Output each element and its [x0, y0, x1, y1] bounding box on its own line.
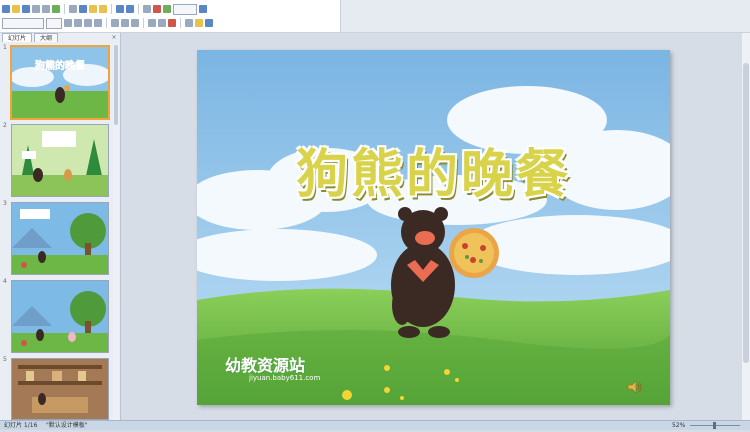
zoom-slider-thumb[interactable] [713, 422, 716, 429]
redo-icon[interactable] [126, 5, 134, 13]
close-icon[interactable]: × [111, 33, 117, 42]
bold-icon[interactable] [64, 19, 72, 27]
slide-thumbnail-panel: 幻灯片 大纲 × 1 狗熊的晚餐 2 3 4 5 [0, 33, 121, 420]
paste-icon[interactable] [89, 5, 97, 13]
thumbnail-image [11, 202, 109, 275]
save-icon[interactable] [22, 5, 30, 13]
copy-icon[interactable] [79, 5, 87, 13]
current-slide[interactable]: 狗熊的晚餐 幼教资源站 jiyuan.baby611.com [197, 50, 670, 405]
thumbnail-image: 狗熊的晚餐 [10, 45, 110, 120]
font-name-box[interactable] [2, 17, 44, 29]
thumbnail-image [11, 124, 109, 197]
preview-icon[interactable] [42, 5, 50, 13]
thumbnail-number: 2 [3, 122, 7, 129]
tab-outline[interactable]: 大纲 [34, 33, 59, 42]
new-slide-icon[interactable] [205, 19, 213, 27]
slide-scroll-thumb[interactable] [743, 63, 749, 363]
toolbar-separator [106, 18, 107, 28]
align-right-icon[interactable] [131, 19, 139, 27]
toolbar [0, 0, 750, 33]
underline-icon[interactable] [84, 19, 92, 27]
thumbnail-scroll-thumb[interactable] [114, 45, 118, 125]
font-color-icon[interactable] [168, 19, 176, 27]
cut-icon[interactable] [69, 5, 77, 13]
numbering-icon[interactable] [148, 19, 156, 27]
thumbnail-number: 4 [3, 278, 7, 285]
help-icon[interactable] [199, 5, 207, 13]
toolbar-separator [111, 4, 112, 14]
thumbnail-scrollbar[interactable] [113, 43, 119, 420]
print-icon[interactable] [32, 5, 40, 13]
zoom-box[interactable] [173, 3, 197, 15]
thumbnail-slide-2[interactable]: 2 [2, 122, 114, 198]
panel-tabs: 幻灯片 大纲 × [0, 33, 120, 42]
tab-slides[interactable]: 幻灯片 [2, 33, 33, 42]
sound-icon[interactable] [627, 380, 643, 394]
align-center-icon[interactable] [121, 19, 129, 27]
thumbnail-slide-3[interactable]: 3 [2, 200, 114, 276]
format-painter-icon[interactable] [99, 5, 107, 13]
slide-editor: 狗熊的晚餐 幼教资源站 jiyuan.baby611.com [121, 33, 750, 420]
toolbar-separator [180, 18, 181, 28]
font-size-box[interactable] [46, 17, 62, 29]
thumbnail-number: 3 [3, 200, 7, 207]
toolbar-row-2 [0, 16, 213, 30]
insert-chart-icon[interactable] [153, 5, 161, 13]
new-icon[interactable] [2, 5, 10, 13]
open-icon[interactable] [12, 5, 20, 13]
watermark-url: jiyuan.baby611.com [249, 374, 321, 382]
align-left-icon[interactable] [111, 19, 119, 27]
toolbar-empty-area [340, 0, 750, 32]
thumbnail-image [11, 280, 109, 353]
design-icon[interactable] [195, 19, 203, 27]
thumbnail-image [11, 358, 109, 420]
svg-text:狗熊的晚餐: 狗熊的晚餐 [35, 59, 86, 72]
slide-title[interactable]: 狗熊的晚餐 [197, 132, 670, 207]
toolbar-separator [143, 18, 144, 28]
thumbnail-slide-1[interactable]: 1 狗熊的晚餐 [2, 44, 114, 120]
shadow-icon[interactable] [94, 19, 102, 27]
toolbar-separator [138, 4, 139, 14]
spell-icon[interactable] [52, 5, 60, 13]
thumbnail-number: 5 [3, 356, 7, 363]
insert-picture-icon[interactable] [163, 5, 171, 13]
thumbnail-slide-4[interactable]: 4 [2, 278, 114, 354]
insert-table-icon[interactable] [143, 5, 151, 13]
thumbnail-number: 1 [3, 44, 7, 51]
toolbar-row-1 [0, 2, 207, 16]
layout-icon[interactable] [185, 19, 193, 27]
undo-icon[interactable] [116, 5, 124, 13]
watermark-logo: 幼教资源站 [225, 356, 306, 375]
bullets-icon[interactable] [158, 19, 166, 27]
slide-scrollbar[interactable] [742, 33, 750, 420]
italic-icon[interactable] [74, 19, 82, 27]
toolbar-separator [64, 4, 65, 14]
